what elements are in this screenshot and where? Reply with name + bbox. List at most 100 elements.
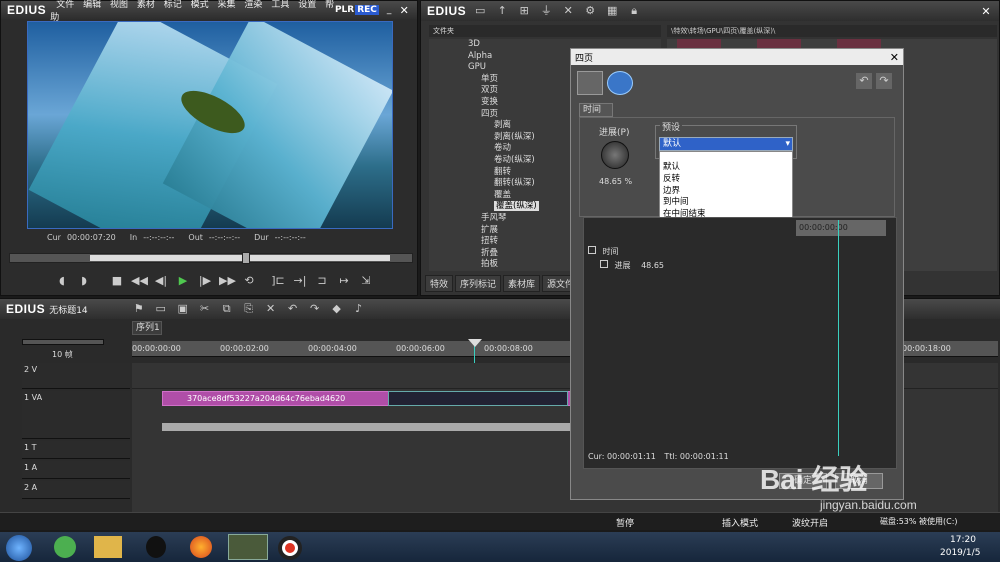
progress-knob[interactable] [601, 141, 629, 169]
copy-icon[interactable]: ⧉ [219, 301, 235, 317]
track-2v[interactable]: 2 V [22, 363, 130, 389]
tree-icon[interactable]: ⊞ [516, 3, 532, 19]
folder-icon[interactable]: ▭ [472, 3, 488, 19]
rewind-icon[interactable]: ◀◀ [131, 273, 148, 289]
cur-label: Cur [47, 233, 61, 242]
progress-label: 进展(P) [599, 128, 630, 138]
tab-clip-library[interactable]: 素材库 [503, 275, 541, 292]
play-icon[interactable]: ▶ [175, 273, 191, 289]
audio-icon[interactable]: ♪ [351, 301, 367, 317]
tree-item-label: 手风琴 [481, 212, 507, 223]
preset-group-label: 预设 [660, 120, 683, 133]
taskbar-firefox[interactable] [190, 536, 212, 558]
cut-icon[interactable]: ✂ [197, 301, 213, 317]
export-icon[interactable]: ⇲ [358, 273, 374, 289]
up-folder-icon[interactable]: ↑ [494, 3, 510, 19]
step-back-icon[interactable]: ◀| [153, 273, 169, 289]
delete-icon[interactable]: ✕ [560, 3, 576, 19]
kf-checkbox-progress[interactable] [600, 260, 608, 268]
overwrite-icon[interactable]: →| [292, 273, 308, 289]
zoom-slider[interactable] [22, 339, 104, 345]
menu-view[interactable]: 视图 [110, 0, 128, 10]
open-icon[interactable]: ▭ [153, 301, 169, 317]
kf-checkbox-time[interactable] [588, 246, 596, 254]
menu-file[interactable]: 文件 [56, 0, 74, 10]
rec-toggle[interactable]: REC [355, 5, 379, 15]
kf-playhead[interactable] [838, 220, 839, 456]
status-ripple[interactable]: 波纹开启 [792, 516, 828, 529]
taskbar-explorer[interactable] [94, 536, 122, 558]
tab-effects[interactable]: 特效 [425, 275, 454, 292]
taskbar-qq[interactable] [146, 536, 166, 558]
set-out-icon[interactable]: ◗ [76, 273, 92, 289]
preset-option[interactable]: 到中间 [660, 197, 792, 209]
set-in-icon[interactable]: ◖ [54, 273, 70, 289]
dialog-close-icon[interactable]: ✕ [890, 51, 899, 64]
kf-ruler[interactable]: 00:00:00:00 [796, 220, 886, 236]
paste-icon[interactable]: ⎘ [241, 301, 257, 317]
taskbar-record[interactable] [278, 536, 302, 560]
lock-icon[interactable]: 🔒︎ [626, 3, 642, 19]
scrubber-handle[interactable] [242, 252, 250, 264]
delete-clip-icon[interactable]: ✕ [263, 301, 279, 317]
sequence-tab[interactable]: 序列1 [132, 321, 162, 335]
menu-mode[interactable]: 模式 [191, 0, 209, 10]
clip-audio[interactable] [162, 423, 572, 431]
stop-icon[interactable]: ■ [109, 273, 125, 289]
close-icon[interactable]: ✕ [397, 3, 411, 17]
new-sequence-icon[interactable]: ⚑ [131, 301, 147, 317]
bin-close-icon[interactable]: ✕ [979, 4, 993, 18]
insert-icon[interactable]: ]⊏ [270, 273, 286, 289]
menu-capture[interactable]: 采集 [218, 0, 236, 10]
loop-icon[interactable]: ⟲ [241, 273, 257, 289]
watermark-url: jingyan.baidu.com [820, 498, 917, 512]
menu-edit[interactable]: 编辑 [83, 0, 101, 10]
view-icon[interactable]: ▦ [604, 3, 620, 19]
menu-settings[interactable]: 设置 [298, 0, 316, 10]
dialog-undo-icon[interactable]: ↶ [856, 73, 872, 89]
marker-icon[interactable]: ◆ [329, 301, 345, 317]
taskbar-app-1[interactable] [54, 536, 76, 558]
dialog-redo-icon[interactable]: ↷ [876, 73, 892, 89]
start-button[interactable] [6, 535, 32, 561]
kf-row-time[interactable]: 时间 [588, 246, 888, 258]
trim-icon[interactable]: ↦ [336, 273, 352, 289]
fast-forward-icon[interactable]: ▶▶ [219, 273, 236, 289]
minimize-icon[interactable]: _ [387, 5, 392, 15]
dialog-tab-time[interactable]: 时间 [579, 103, 613, 117]
menu-tools[interactable]: 工具 [271, 0, 289, 10]
clip-transition[interactable] [388, 391, 568, 406]
effect-icon-btn-1[interactable] [577, 71, 603, 95]
preset-option[interactable]: 反转 [660, 174, 792, 186]
tab-sequence-markers[interactable]: 序列标记 [455, 275, 502, 292]
preset-select[interactable]: 默认 ▾ [659, 137, 793, 151]
menu-clip[interactable]: 素材 [137, 0, 155, 10]
kf-progress-label: 进展 [614, 261, 631, 270]
playhead-marker[interactable] [468, 339, 482, 347]
preset-option[interactable]: 边界 [660, 186, 792, 198]
main-menu: 文件 编辑 视图 素材 标记 模式 采集 渲染 工具 设置 帮助 [50, 0, 335, 23]
plr-toggle[interactable]: PLR [335, 5, 354, 15]
menu-render[interactable]: 渲染 [244, 0, 262, 10]
track-1va[interactable]: 1 VA [22, 391, 130, 439]
dur-value: --:--:--:-- [274, 233, 306, 242]
save-icon[interactable]: ▣ [175, 301, 191, 317]
taskbar-edius[interactable] [228, 534, 268, 560]
status-insert-mode[interactable]: 插入模式 [722, 516, 758, 529]
player-scrubber[interactable] [9, 252, 413, 264]
track-1a[interactable]: 1 A [22, 461, 130, 479]
track-1t[interactable]: 1 T [22, 441, 130, 459]
properties-icon[interactable]: ⚙ [582, 3, 598, 19]
redo-icon[interactable]: ↷ [307, 301, 323, 317]
kf-row-progress[interactable]: 进展 48.65 [600, 260, 890, 272]
menu-marker[interactable]: 标记 [164, 0, 182, 10]
effect-icon-btn-2[interactable] [607, 71, 633, 95]
scale-value[interactable]: 10 帧 [52, 349, 73, 360]
preset-option[interactable]: 默认 [660, 162, 792, 174]
undo-icon[interactable]: ↶ [285, 301, 301, 317]
step-forward-icon[interactable]: |▶ [197, 273, 213, 289]
in-value: --:--:--:-- [143, 233, 175, 242]
ripple-icon[interactable]: ⊐ [314, 273, 330, 289]
filter-icon[interactable]: ⏚ [538, 3, 554, 19]
track-2a[interactable]: 2 A [22, 481, 130, 499]
